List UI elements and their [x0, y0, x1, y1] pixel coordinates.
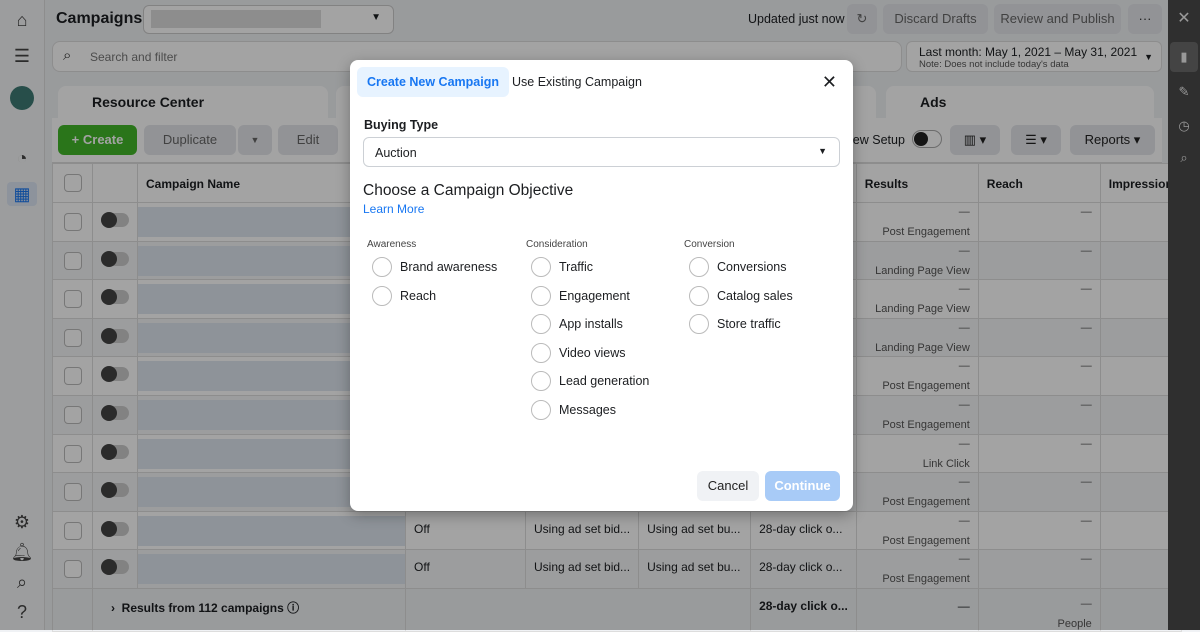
- inspect-icon[interactable]: ⌕: [1168, 150, 1200, 166]
- cancel-button[interactable]: Cancel: [697, 471, 759, 501]
- insights-chart-icon[interactable]: ▮: [1170, 42, 1198, 72]
- objective-heading: Choose a Campaign Objective: [363, 182, 574, 199]
- objective-option-lead-generation[interactable]: Lead generation: [531, 371, 649, 392]
- buying-type-select[interactable]: Auction ▼: [363, 137, 840, 167]
- objective-option-engagement[interactable]: Engagement: [531, 285, 630, 306]
- objective-option-app-installs[interactable]: App installs: [531, 314, 623, 335]
- objective-option-reach[interactable]: Reach: [372, 285, 436, 306]
- chevron-down-icon: ▼: [818, 146, 827, 156]
- tab-use-existing-campaign[interactable]: Use Existing Campaign: [502, 67, 652, 97]
- objective-option-conversions[interactable]: Conversions: [689, 257, 786, 277]
- history-clock-icon[interactable]: ◷: [1168, 118, 1200, 134]
- objective-option-video-views[interactable]: Video views: [531, 342, 625, 363]
- create-campaign-dialog: Create New Campaign Use Existing Campaig…: [350, 60, 853, 511]
- close-icon[interactable]: ✕: [1168, 8, 1200, 28]
- edit-pencil-icon[interactable]: ✎: [1168, 84, 1200, 100]
- right-panel: ✕ ▮ ✎ ◷ ⌕: [1168, 0, 1200, 630]
- objective-group-label: Conversion: [684, 239, 735, 250]
- objective-group-label: Awareness: [367, 239, 417, 250]
- objective-option-traffic[interactable]: Traffic: [531, 257, 593, 277]
- continue-button[interactable]: Continue: [765, 471, 840, 501]
- objective-option-brand-awareness[interactable]: Brand awareness: [372, 257, 497, 277]
- buying-type-value: Auction: [375, 146, 417, 160]
- objective-group-label: Consideration: [526, 239, 588, 250]
- learn-more-link[interactable]: Learn More: [363, 202, 424, 216]
- close-icon[interactable]: ✕: [822, 72, 837, 93]
- objective-option-catalog-sales[interactable]: Catalog sales: [689, 285, 793, 306]
- tab-create-new-campaign[interactable]: Create New Campaign: [357, 67, 509, 97]
- objective-option-store-traffic[interactable]: Store traffic: [689, 314, 781, 335]
- buying-type-label: Buying Type: [364, 118, 439, 132]
- objective-option-messages[interactable]: Messages: [531, 400, 616, 420]
